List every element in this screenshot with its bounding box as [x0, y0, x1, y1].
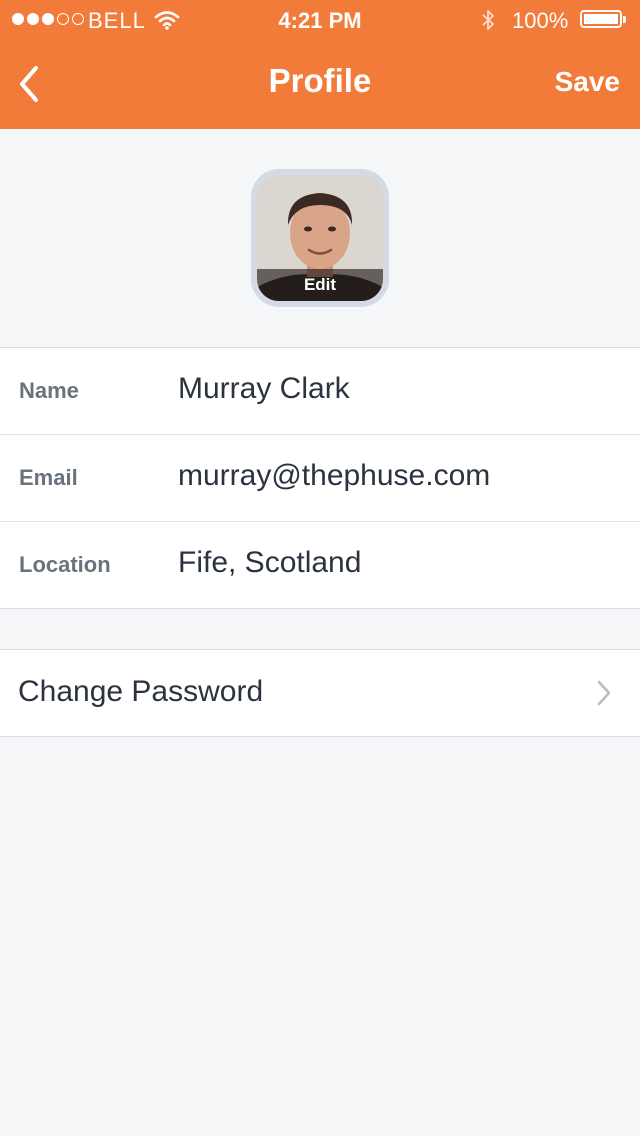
back-button[interactable]: [14, 60, 54, 108]
email-label: Email: [19, 465, 78, 490]
page-title: Profile: [268, 62, 372, 99]
email-field[interactable]: murray@thephuse.com: [178, 459, 490, 493]
field-row-email: Email murray@thephuse.com: [0, 435, 640, 522]
status-bar: BELL 4:21 PM 100%: [0, 0, 640, 40]
avatar-edit-button[interactable]: Edit: [251, 169, 389, 307]
change-password-label: Change Password: [18, 675, 264, 708]
name-field[interactable]: Murray Clark: [178, 372, 350, 406]
field-row-location: Location Fife, Scotland: [0, 522, 640, 608]
field-row-name: Name Murray Clark: [0, 348, 640, 435]
location-label: Location: [19, 552, 111, 577]
chevron-right-icon: [596, 679, 612, 712]
nav-header: BELL 4:21 PM 100% Profile Save: [0, 0, 640, 129]
avatar: Edit: [257, 175, 383, 301]
save-button[interactable]: Save: [555, 66, 620, 98]
battery-percent: 100%: [512, 8, 569, 33]
avatar-edit-label: Edit: [257, 269, 383, 301]
profile-fields: Name Murray Clark Email murray@thephuse.…: [0, 347, 640, 609]
name-label: Name: [19, 378, 79, 403]
change-password-row[interactable]: Change Password: [0, 649, 640, 737]
chevron-left-icon: [20, 66, 38, 102]
bluetooth-icon: [480, 8, 496, 38]
location-field[interactable]: Fife, Scotland: [178, 546, 361, 580]
battery-icon: [580, 10, 626, 28]
